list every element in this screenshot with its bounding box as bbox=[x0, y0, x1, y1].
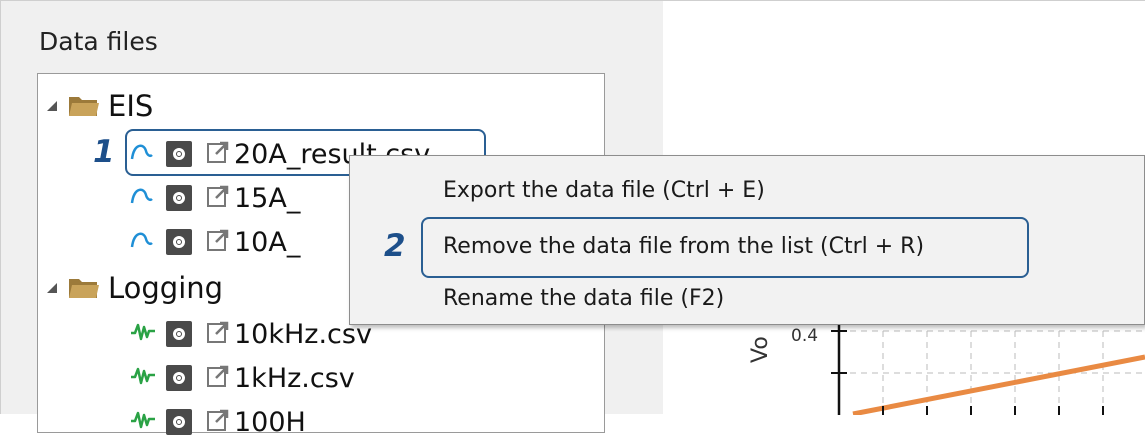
export-icon[interactable] bbox=[206, 184, 230, 212]
waveform-icon bbox=[130, 365, 160, 391]
visibility-icon[interactable] bbox=[166, 185, 192, 211]
eis-arc-icon bbox=[130, 185, 160, 211]
tree-file-row[interactable]: 10kHz.csv bbox=[130, 314, 372, 354]
tree-file-row[interactable]: 15A_ bbox=[130, 178, 300, 218]
tree-group-label: Logging bbox=[108, 271, 224, 305]
folder-icon bbox=[68, 276, 100, 300]
export-icon[interactable] bbox=[206, 408, 230, 436]
tree-file-row[interactable]: 100H bbox=[130, 402, 306, 442]
eis-arc-icon bbox=[130, 229, 160, 255]
export-icon[interactable] bbox=[206, 364, 230, 392]
tree-group-label: EIS bbox=[108, 89, 154, 123]
export-icon[interactable] bbox=[206, 320, 230, 348]
y-tick-label: 0.4 bbox=[791, 326, 818, 346]
collapse-arrow-icon[interactable] bbox=[46, 97, 64, 116]
tree-group-eis[interactable]: EIS bbox=[46, 86, 153, 126]
step-2-callout: 2 bbox=[384, 228, 406, 264]
file-name: 10A_ bbox=[234, 226, 301, 258]
waveform-icon bbox=[130, 409, 160, 435]
file-name: 1kHz.csv bbox=[234, 362, 355, 394]
visibility-icon[interactable] bbox=[166, 321, 192, 347]
export-icon[interactable] bbox=[206, 228, 230, 256]
file-name: 100H bbox=[234, 406, 306, 438]
menu-item-rename[interactable]: Rename the data file (F2) bbox=[443, 286, 724, 311]
step-2-highlight bbox=[421, 217, 1029, 278]
context-menu: Export the data file (Ctrl + E) Remove t… bbox=[349, 155, 1145, 325]
tree-group-logging[interactable]: Logging bbox=[46, 268, 223, 308]
tree-file-row[interactable]: 1kHz.csv bbox=[130, 358, 355, 398]
tree-file-row[interactable]: 10A_ bbox=[130, 222, 300, 262]
file-name: 15A_ bbox=[234, 182, 301, 214]
waveform-icon bbox=[130, 321, 160, 347]
folder-icon bbox=[68, 94, 100, 118]
visibility-icon[interactable] bbox=[166, 365, 192, 391]
panel-title: Data files bbox=[39, 27, 158, 56]
menu-item-export[interactable]: Export the data file (Ctrl + E) bbox=[443, 178, 765, 203]
step-1-callout: 1 bbox=[93, 134, 115, 170]
data-line bbox=[852, 354, 1145, 415]
collapse-arrow-icon[interactable] bbox=[46, 279, 64, 298]
y-axis-label: Vo bbox=[748, 336, 773, 363]
visibility-icon[interactable] bbox=[166, 409, 192, 435]
visibility-icon[interactable] bbox=[166, 229, 192, 255]
